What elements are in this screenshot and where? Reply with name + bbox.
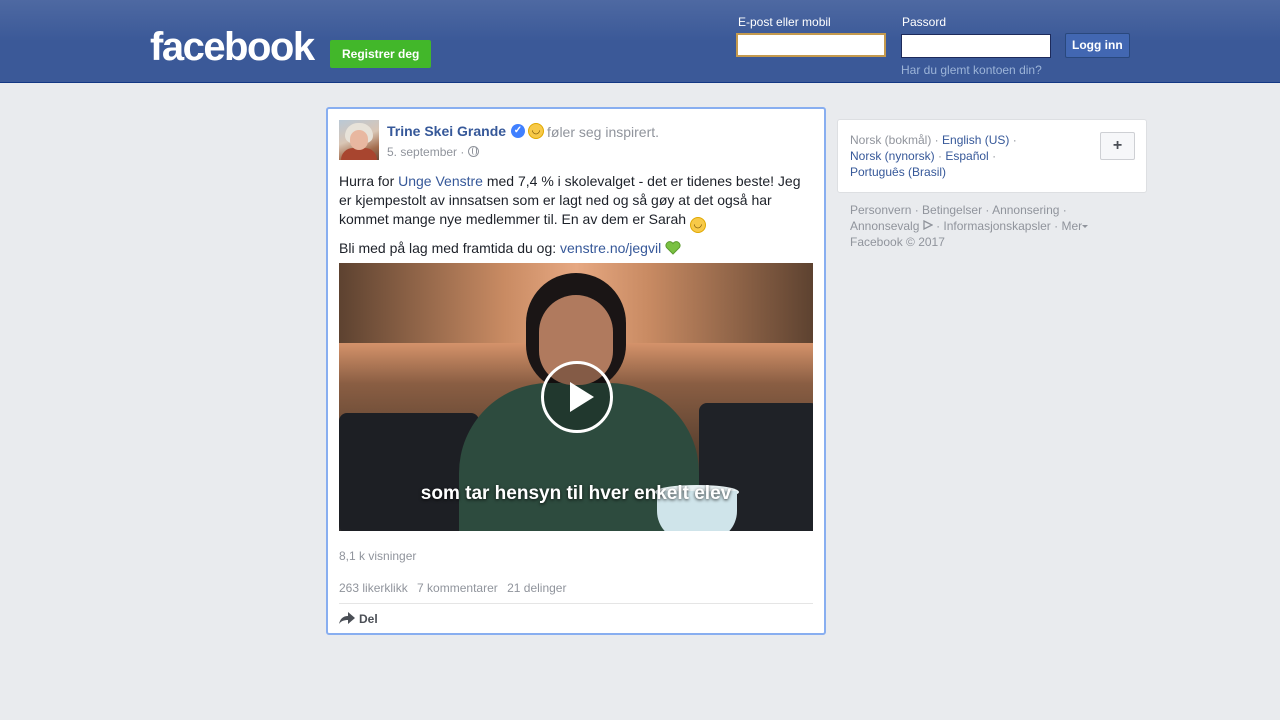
post-paragraph-2: Bli med på lag med framtida du og: venst… xyxy=(339,239,814,258)
smile-emoji-icon: ◡ xyxy=(689,217,706,233)
register-button[interactable]: Registrer deg xyxy=(330,40,432,68)
language-espanol[interactable]: Español xyxy=(945,149,988,163)
language-line-2: Norsk (nynorsk) · Español · xyxy=(850,149,996,163)
current-language: Norsk (bokmål) · xyxy=(850,133,943,147)
view-count: 8,1 k visninger xyxy=(339,549,417,563)
chevron-down-icon[interactable] xyxy=(1082,225,1089,228)
adchoices-icon xyxy=(923,220,933,230)
post-body: Hurra for Unge Venstre med 7,4 % i skole… xyxy=(339,172,814,264)
facebook-logo[interactable]: facebook xyxy=(150,27,315,67)
separator: · xyxy=(934,149,946,163)
share-label: Del xyxy=(359,612,378,626)
language-english[interactable]: English (US) xyxy=(942,133,1009,147)
green-heart-icon xyxy=(665,241,681,255)
share-button[interactable]: Del xyxy=(339,612,378,626)
email-label: E-post eller mobil xyxy=(738,15,831,29)
author-name[interactable]: Trine Skei Grande xyxy=(387,123,506,139)
language-nynorsk[interactable]: Norsk (nynorsk) xyxy=(850,149,935,163)
author-avatar[interactable] xyxy=(339,120,379,160)
language-line-1: Norsk (bokmål) · English (US) · xyxy=(850,133,1017,147)
footer-line-1[interactable]: Personvern · Betingelser · Annonsering · xyxy=(850,202,1088,218)
feeling-emoji-icon: ◡ xyxy=(528,123,544,139)
email-input[interactable] xyxy=(736,33,886,57)
unge-venstre-link[interactable]: Unge Venstre xyxy=(398,173,483,189)
language-portugues[interactable]: Português (Brasil) xyxy=(850,165,946,179)
footer-links: Personvern · Betingelser · Annonsering ·… xyxy=(850,202,1089,250)
footer-line-2: Annonsevalg · Informasjonskapsler · Mer xyxy=(850,218,1089,234)
share-arrow-icon xyxy=(339,612,355,624)
post-card: Trine Skei Grande ✓ ◡ føler seg inspirer… xyxy=(326,107,826,635)
separator: · xyxy=(988,149,997,163)
globe-icon xyxy=(468,146,479,157)
video-subtitle: som tar hensyn til hver enkelt elev xyxy=(420,483,732,504)
footer-links-rest[interactable]: · Informasjonskapsler · Mer xyxy=(933,219,1082,233)
play-icon[interactable] xyxy=(541,361,613,433)
copyright: Facebook © 2017 xyxy=(850,235,945,249)
forgot-account-link[interactable]: Har du glemt kontoen din? xyxy=(901,63,1042,77)
password-input[interactable] xyxy=(901,34,1051,58)
engagement-stats: 263 likerklikk 7 kommentarer 21 delinger xyxy=(339,581,572,595)
language-selector: Norsk (bokmål) · English (US) · Norsk (n… xyxy=(837,119,1147,193)
add-language-button[interactable]: + xyxy=(1100,132,1135,160)
post-text-segment: Hurra for xyxy=(339,173,399,189)
post-timestamp[interactable]: 5. september · xyxy=(387,145,464,159)
comments-count[interactable]: 7 kommentarer xyxy=(417,581,498,595)
post-text-segment: Bli med på lag med framtida du og: xyxy=(339,240,561,256)
divider xyxy=(339,603,813,604)
top-bar: facebook Registrer deg E-post eller mobi… xyxy=(0,0,1280,83)
language-line-3: Português (Brasil) xyxy=(850,165,946,179)
verified-badge-icon: ✓ xyxy=(511,124,525,138)
adchoices-link[interactable]: Annonsevalg xyxy=(850,219,919,233)
video-player[interactable]: som tar hensyn til hver enkelt elev xyxy=(339,263,813,531)
venstre-link[interactable]: venstre.no/jegvil xyxy=(560,240,661,256)
likes-count[interactable]: 263 likerklikk xyxy=(339,581,408,595)
post-paragraph-1: Hurra for Unge Venstre med 7,4 % i skole… xyxy=(339,172,814,233)
shares-count[interactable]: 21 delinger xyxy=(507,581,566,595)
password-label: Passord xyxy=(902,15,947,29)
login-button[interactable]: Logg inn xyxy=(1065,33,1130,58)
feeling-text: føler seg inspirert. xyxy=(547,124,660,140)
separator: · xyxy=(1009,133,1017,147)
